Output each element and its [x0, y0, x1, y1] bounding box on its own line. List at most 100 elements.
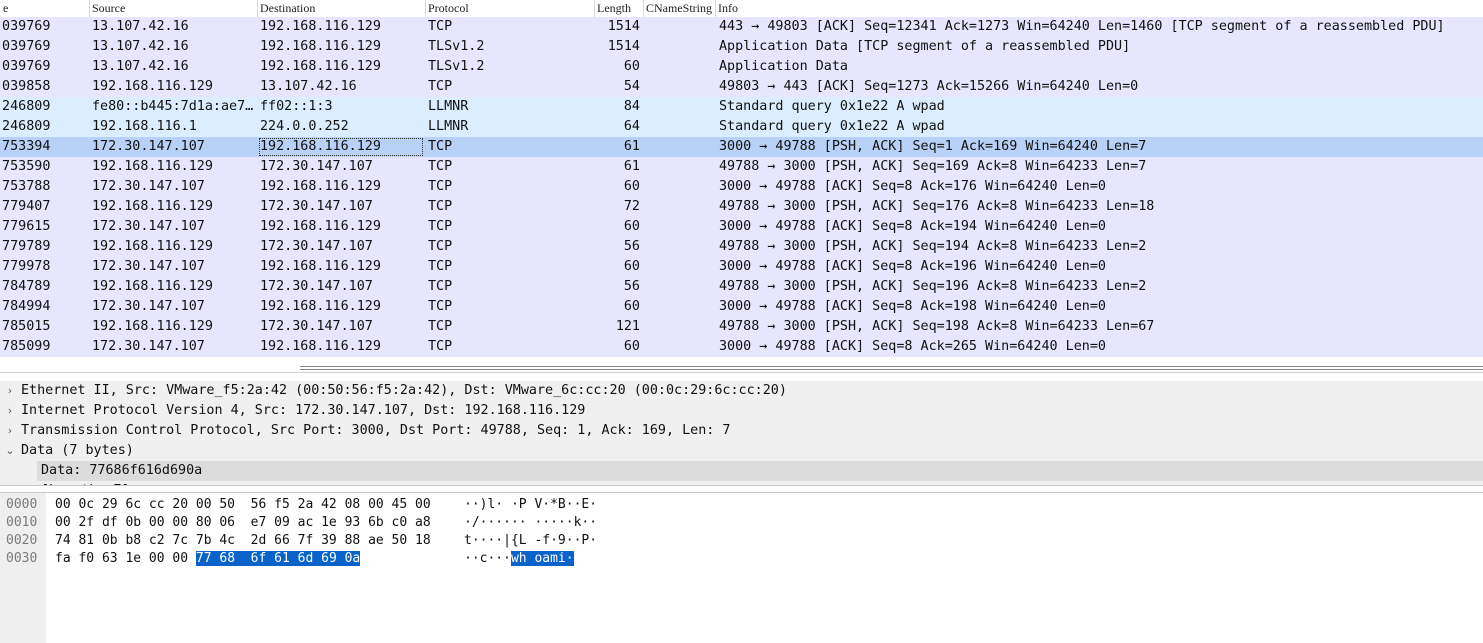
packet-source: 192.168.116.129 — [92, 199, 213, 214]
packet-row[interactable]: .784789 192.168.116.129 172.30.147.107 TCP 5… — [0, 277, 1483, 297]
packet-protocol: TCP — [428, 339, 453, 354]
packet-row[interactable]: .779407 192.168.116.129 172.30.147.107 TCP 7… — [0, 197, 1483, 217]
packet-info: 49788 → 3000 [PSH, ACK] Seq=194 Ack=8 Wi… — [719, 239, 1147, 254]
packet-destination: 172.30.147.107 — [260, 319, 373, 334]
packet-protocol: TLSv1.2 — [428, 39, 485, 54]
packet-source: 192.168.116.129 — [92, 79, 213, 94]
ascii-bytes-text: t····|{L -f·9··P· — [464, 533, 598, 548]
packet-details-pane[interactable]: › Ethernet II, Src: VMware_f5:2a:42 (00:5… — [0, 381, 1483, 485]
packet-source: 13.107.42.16 — [92, 59, 189, 74]
packet-time: .246809 — [0, 99, 51, 114]
packet-source: 172.30.147.107 — [92, 139, 205, 154]
packet-length: 60 — [623, 179, 640, 194]
packet-source: 172.30.147.107 — [92, 219, 205, 234]
ascii-bytes-text: ··)l· ·P V·*B··E· — [464, 497, 598, 512]
packet-row[interactable]: .753788 172.30.147.107 192.168.116.129 TCP 6… — [0, 177, 1483, 197]
hex-bytes[interactable]: 00 2f df 0b 00 00 80 06 e7 09 ac 1e 93 6… — [55, 514, 431, 532]
packet-source: 192.168.116.129 — [92, 279, 213, 294]
packet-length: 121 — [615, 319, 640, 334]
hex-dump-row: 0030 fa f0 63 1e 00 00 77 68 6f 61 6d 69 … — [0, 550, 1483, 568]
hex-bytes-highlighted[interactable]: 77 68 6f 61 6d 69 0a — [195, 551, 361, 566]
packet-row[interactable]: .039858 192.168.116.129 13.107.42.16 TCP 54 4… — [0, 77, 1483, 97]
chevron-right-icon[interactable]: › — [3, 401, 17, 421]
detail-tree-label: Data (7 bytes) — [21, 443, 134, 458]
packet-row[interactable]: .039769 13.107.42.16 192.168.116.129 TCP 151… — [0, 17, 1483, 37]
packet-time: .039769 — [0, 39, 51, 54]
packet-row[interactable]: .039769 13.107.42.16 192.168.116.129 TLSv1.… — [0, 57, 1483, 77]
packet-info: 3000 → 49788 [ACK] Seq=8 Ack=198 Win=642… — [719, 299, 1106, 314]
packet-protocol: TCP — [428, 319, 453, 334]
packet-info: 3000 → 49788 [ACK] Seq=8 Ack=196 Win=642… — [719, 259, 1106, 274]
packet-length: 56 — [623, 239, 640, 254]
packet-row[interactable]: .779978 172.30.147.107 192.168.116.129 TCP 6… — [0, 257, 1483, 277]
column-header-protocol[interactable]: Protocol — [425, 0, 595, 17]
pane-separator-bytes[interactable] — [0, 485, 1483, 493]
packet-protocol: TCP — [428, 279, 453, 294]
ascii-bytes-highlighted[interactable]: wh oami· — [510, 551, 574, 566]
hex-bytes[interactable]: 00 0c 29 6c cc 20 00 50 56 f5 2a 42 08 0… — [55, 496, 431, 514]
packet-length: 60 — [623, 59, 640, 74]
hex-bytes[interactable]: fa f0 63 1e 00 00 77 68 6f 61 6d 69 0a — [55, 550, 361, 568]
packet-info: Standard query 0x1e22 A wpad — [719, 99, 945, 114]
ascii-bytes[interactable]: ·/······ ·····k·· — [464, 514, 597, 532]
packet-time: .039769 — [0, 19, 51, 34]
hex-bytes-text: 74 81 0b b8 c2 7c 7b 4c 2d 66 7f 39 88 a… — [55, 533, 431, 548]
packet-row[interactable]: .779789 192.168.116.129 172.30.147.107 TCP 5… — [0, 237, 1483, 257]
packet-rows: .039769 13.107.42.16 192.168.116.129 TCP 151… — [0, 17, 1483, 357]
column-header-time[interactable]: e — [0, 0, 90, 17]
packet-time: .039858 — [0, 79, 51, 94]
packet-source: 13.107.42.16 — [92, 19, 189, 34]
packet-destination: 192.168.116.129 — [260, 339, 381, 354]
packet-source: 172.30.147.107 — [92, 179, 205, 194]
packet-info: Standard query 0x1e22 A wpad — [719, 119, 945, 134]
packet-row[interactable]: .784994 172.30.147.107 192.168.116.129 TCP 6… — [0, 297, 1483, 317]
hex-offset: 0010 — [6, 515, 38, 530]
packet-source: 13.107.42.16 — [92, 39, 189, 54]
ascii-bytes[interactable]: ··c···wh oami· — [464, 550, 574, 568]
hex-dump-row: 0000 00 0c 29 6c cc 20 00 50 56 f5 2a 42 … — [0, 496, 1483, 514]
packet-length: 61 — [623, 139, 640, 154]
detail-tree-item[interactable]: › Transmission Control Protocol, Src Port… — [0, 421, 1483, 441]
chevron-right-icon[interactable]: › — [3, 421, 17, 441]
detail-tree-item[interactable]: › Ethernet II, Src: VMware_f5:2a:42 (00:5… — [0, 381, 1483, 401]
detail-tree-item[interactable]: ⌄ Data (7 bytes) — [0, 441, 1483, 461]
column-header-info[interactable]: Info — [715, 0, 1483, 17]
chevron-right-icon[interactable]: › — [3, 381, 17, 401]
detail-tree-item[interactable]: › Internet Protocol Version 4, Src: 172.3… — [0, 401, 1483, 421]
hex-dump-row: 0020 74 81 0b b8 c2 7c 7b 4c 2d 66 7f 39 … — [0, 532, 1483, 550]
packet-length: 60 — [623, 259, 640, 274]
packet-list-pane[interactable]: e Source Destination Protocol Length CNa… — [0, 0, 1483, 358]
packet-info: 3000 → 49788 [PSH, ACK] Seq=1 Ack=169 Wi… — [719, 139, 1147, 154]
packet-length: 60 — [623, 299, 640, 314]
ascii-bytes[interactable]: ··)l· ·P V·*B··E· — [464, 496, 597, 514]
packet-row[interactable]: .246809 192.168.116.1 224.0.0.252 LLMNR 64 St… — [0, 117, 1483, 137]
packet-destination: 192.168.116.129 — [260, 259, 381, 274]
packet-time: .246809 — [0, 119, 51, 134]
packet-protocol: TCP — [428, 179, 453, 194]
packet-time: .785015 — [0, 319, 51, 334]
packet-protocol: LLMNR — [428, 119, 469, 134]
packet-destination: 192.168.116.129 — [258, 137, 424, 157]
packet-row[interactable]: .246809 fe80::b445:7d1a:ae7… ff02::1:3 LLMN… — [0, 97, 1483, 117]
packet-protocol: TCP — [428, 259, 453, 274]
packet-row-selected[interactable]: .753394 172.30.147.107 192.168.116.129 TCP 6… — [0, 137, 1483, 157]
packet-row[interactable]: .753590 192.168.116.129 172.30.147.107 TCP 6… — [0, 157, 1483, 177]
column-header-length[interactable]: Length — [594, 0, 644, 17]
packet-destination: 192.168.116.129 — [260, 59, 381, 74]
column-header-cname[interactable]: CNameString — [643, 0, 716, 17]
hex-bytes[interactable]: 74 81 0b b8 c2 7c 7b 4c 2d 66 7f 39 88 a… — [55, 532, 431, 550]
packet-row[interactable]: .785099 172.30.147.107 192.168.116.129 TCP 6… — [0, 337, 1483, 357]
packet-bytes-pane[interactable]: 0000 00 0c 29 6c cc 20 00 50 56 f5 2a 42 … — [0, 493, 1483, 643]
packet-row[interactable]: .785015 192.168.116.129 172.30.147.107 TCP 1… — [0, 317, 1483, 337]
packet-row[interactable]: .039769 13.107.42.16 192.168.116.129 TLSv1.… — [0, 37, 1483, 57]
packet-row[interactable]: .779615 172.30.147.107 192.168.116.129 TCP 6… — [0, 217, 1483, 237]
packet-info: 49788 → 3000 [PSH, ACK] Seq=169 Ack=8 Wi… — [719, 159, 1147, 174]
chevron-down-icon[interactable]: ⌄ — [3, 441, 17, 461]
packet-protocol: TCP — [428, 139, 453, 154]
ascii-bytes[interactable]: t····|{L -f·9··P· — [464, 532, 597, 550]
column-header-destination[interactable]: Destination — [257, 0, 426, 17]
column-header-source[interactable]: Source — [89, 0, 258, 17]
packet-length: 64 — [623, 119, 640, 134]
hex-offset: 0020 — [6, 533, 38, 548]
detail-tree-item-data-selected[interactable]: Data: 77686f616d690a — [37, 461, 1483, 481]
